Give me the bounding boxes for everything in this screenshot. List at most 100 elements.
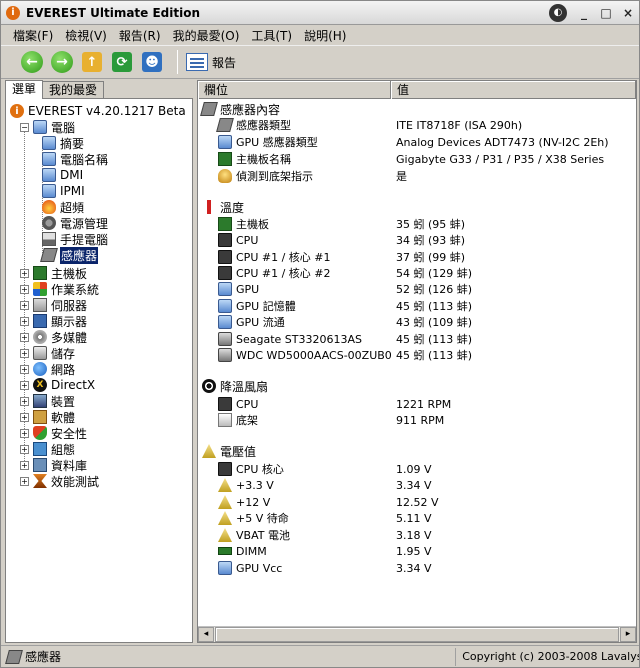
cpu-icon [218, 250, 232, 264]
navigation-tree: i EVEREST v4.20.1217 Beta − 電腦 摘要 電腦名稱 D… [5, 98, 193, 643]
back-button[interactable]: ← [19, 49, 45, 75]
window-menu-icon[interactable]: ◐ [549, 3, 567, 22]
refresh-icon: ⟳ [112, 52, 132, 72]
tree-item-display[interactable]: + 顯示器 [20, 313, 87, 329]
scrollbar-thumb[interactable] [215, 627, 619, 642]
horizontal-scrollbar[interactable]: ◂ ▸ [198, 626, 636, 642]
status-bar: 感應器 Copyright (c) 2003-2008 Lavalys [1, 645, 639, 667]
column-field[interactable]: 欄位 [198, 81, 391, 99]
storage-icon [33, 346, 47, 360]
expand-icon[interactable]: + [20, 396, 29, 406]
column-value[interactable]: 值 [391, 81, 636, 99]
collapse-icon[interactable]: − [20, 122, 29, 132]
tab-favorites[interactable]: 我的最愛 [42, 81, 105, 99]
expand-icon[interactable]: + [20, 460, 29, 470]
menu-favorites[interactable]: 我的最愛(O) [167, 27, 246, 44]
refresh-button[interactable]: ⟳ [109, 49, 135, 75]
back-arrow-icon: ← [21, 51, 43, 73]
everest-info-icon: i [6, 5, 20, 20]
tree-item-motherboard[interactable]: + 主機板 [20, 265, 87, 281]
status-text: 感應器 [25, 650, 62, 664]
tree-item-multimedia[interactable]: + 多媒體 [20, 329, 87, 345]
scroll-left-button[interactable]: ◂ [198, 627, 214, 642]
tree-item-computer[interactable]: − 電腦 [20, 119, 75, 135]
tree-item-overclock[interactable]: 超頻 [42, 199, 84, 215]
cpu-icon [218, 266, 232, 280]
tree-item-power[interactable]: 電源管理 [42, 215, 108, 231]
tree-item-ipmi[interactable]: IPMI [42, 183, 85, 199]
shield-icon [33, 426, 47, 440]
menu-tools[interactable]: 工具(T) [245, 27, 298, 44]
tree-item-computer-name[interactable]: 電腦名稱 [42, 151, 108, 167]
scroll-right-button[interactable]: ▸ [620, 627, 636, 642]
tree-item-config[interactable]: + 組態 [20, 441, 75, 457]
tree-item-network[interactable]: + 網路 [20, 361, 75, 377]
tree-item-summary[interactable]: 摘要 [42, 135, 84, 151]
expand-icon[interactable]: + [20, 476, 29, 486]
voltage-icon [218, 478, 232, 492]
maximize-button[interactable]: □ [595, 3, 617, 23]
fan-icon [202, 379, 216, 393]
forward-button[interactable]: → [49, 49, 75, 75]
expand-icon[interactable]: + [20, 284, 29, 294]
software-icon [33, 410, 47, 424]
close-button[interactable]: × [617, 3, 639, 23]
minimize-button[interactable]: _ [573, 3, 595, 23]
menu-file[interactable]: 檔案(F) [7, 27, 59, 44]
tree-item-security[interactable]: + 安全性 [20, 425, 87, 441]
expand-icon[interactable]: + [20, 268, 29, 278]
folder-up-icon: ↑ [82, 52, 102, 72]
thermometer-icon [202, 200, 216, 214]
flame-icon [42, 200, 56, 214]
menu-bar: 檔案(F) 檢視(V) 報告(R) 我的最愛(O) 工具(T) 說明(H) [1, 25, 639, 45]
menu-help[interactable]: 說明(H) [298, 27, 352, 44]
expand-icon[interactable]: + [20, 412, 29, 422]
laptop-icon [42, 232, 56, 246]
expand-icon[interactable]: + [20, 444, 29, 454]
expand-icon[interactable]: + [20, 332, 29, 342]
report-icon [186, 53, 208, 71]
window-title: EVEREST Ultimate Edition [26, 5, 201, 20]
toolbar-separator [177, 50, 178, 74]
cpu-icon [218, 233, 232, 247]
menu-report[interactable]: 報告(R) [113, 27, 167, 44]
everest-info-icon: i [10, 104, 24, 118]
tree-root-label: EVEREST v4.20.1217 Beta [28, 104, 186, 118]
database-icon [33, 458, 47, 472]
tree-item-dmi[interactable]: DMI [42, 167, 83, 183]
tree-item-os[interactable]: + 作業系統 [20, 281, 99, 297]
windows-icon [33, 282, 47, 296]
forward-arrow-icon: → [51, 51, 73, 73]
left-panel: 選單 我的最愛 i EVEREST v4.20.1217 Beta − 電腦 摘… [5, 80, 193, 643]
tree-item-software[interactable]: + 軟體 [20, 409, 75, 425]
tree-root[interactable]: i EVEREST v4.20.1217 Beta [10, 103, 186, 119]
directx-icon: X [33, 378, 47, 392]
report-button[interactable]: 報告 [186, 53, 236, 71]
up-button[interactable]: ↑ [79, 49, 105, 75]
expand-icon[interactable]: + [20, 380, 29, 390]
expand-icon[interactable]: + [20, 348, 29, 358]
menu-view[interactable]: 檢視(V) [59, 27, 113, 44]
motherboard-icon [33, 266, 47, 280]
expand-icon[interactable]: + [20, 300, 29, 310]
hard-disk-icon [218, 332, 232, 346]
motherboard-icon [218, 152, 232, 166]
tree-item-storage[interactable]: + 儲存 [20, 345, 75, 361]
users-button[interactable]: ☻ [139, 49, 165, 75]
dimm-icon [218, 547, 232, 555]
tree-item-database[interactable]: + 資料庫 [20, 457, 87, 473]
app-window: i EVEREST Ultimate Edition ◐ _ □ × 檔案(F)… [0, 0, 640, 668]
expand-icon[interactable]: + [20, 364, 29, 374]
gpu-icon [218, 315, 232, 329]
tree-item-directx[interactable]: + X DirectX [20, 377, 95, 393]
tab-menu[interactable]: 選單 [5, 80, 44, 99]
tree-item-sensor[interactable]: 感應器 [40, 246, 99, 264]
expand-icon[interactable]: + [20, 428, 29, 438]
tree-item-server[interactable]: + 伺服器 [20, 297, 87, 313]
sensor-icon [216, 118, 234, 132]
voltage-icon [202, 444, 216, 458]
tree-item-laptop[interactable]: 手提電腦 [42, 231, 108, 247]
expand-icon[interactable]: + [20, 316, 29, 326]
tree-item-benchmark[interactable]: + 效能測試 [20, 473, 99, 489]
tree-item-devices[interactable]: + 裝置 [20, 393, 75, 409]
